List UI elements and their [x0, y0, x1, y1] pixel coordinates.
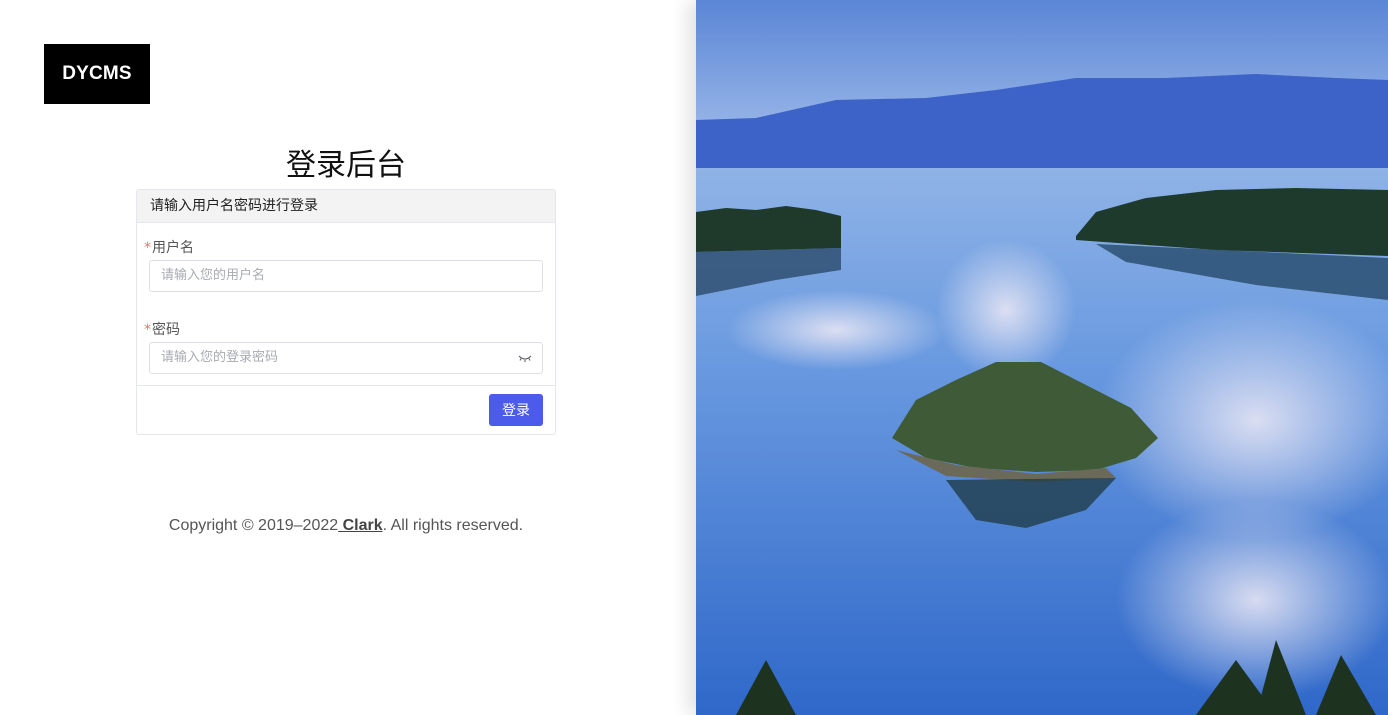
login-card: 请输入用户名密码进行登录 *用户名 请输入您的用户名 *密码 请输入您的登录密码…: [136, 189, 556, 435]
username-label-text: 用户名: [152, 240, 194, 256]
lake-landscape-image: [696, 0, 1388, 715]
password-label-text: 密码: [152, 322, 180, 338]
username-placeholder: 请输入您的用户名: [161, 268, 266, 283]
password-label: *密码: [144, 319, 180, 339]
password-input[interactable]: 请输入您的登录密码: [149, 342, 543, 374]
page-title: 登录后台: [286, 148, 406, 183]
author-link[interactable]: Clark: [338, 517, 383, 534]
username-input[interactable]: 请输入您的用户名: [149, 260, 543, 292]
login-pane: DYCMS 登录后台 请输入用户名密码进行登录 *用户名 请输入您的用户名 *密…: [0, 0, 696, 715]
copyright: Copyright © 2019–2022 Clark. All rights …: [136, 517, 556, 535]
card-footer: 登录: [137, 385, 555, 435]
copyright-prefix: Copyright © 2019–2022: [168, 517, 339, 534]
copyright-suffix: . All rights reserved.: [382, 517, 524, 534]
required-mark: *: [144, 240, 151, 256]
brand-logo[interactable]: DYCMS: [44, 44, 150, 104]
login-button[interactable]: 登录: [489, 394, 543, 426]
eye-closed-icon[interactable]: [518, 352, 532, 364]
card-header: 请输入用户名密码进行登录: [137, 190, 555, 223]
password-placeholder: 请输入您的登录密码: [161, 350, 279, 365]
background-image: [696, 0, 1388, 715]
username-label: *用户名: [144, 237, 194, 257]
required-mark: *: [144, 322, 151, 338]
